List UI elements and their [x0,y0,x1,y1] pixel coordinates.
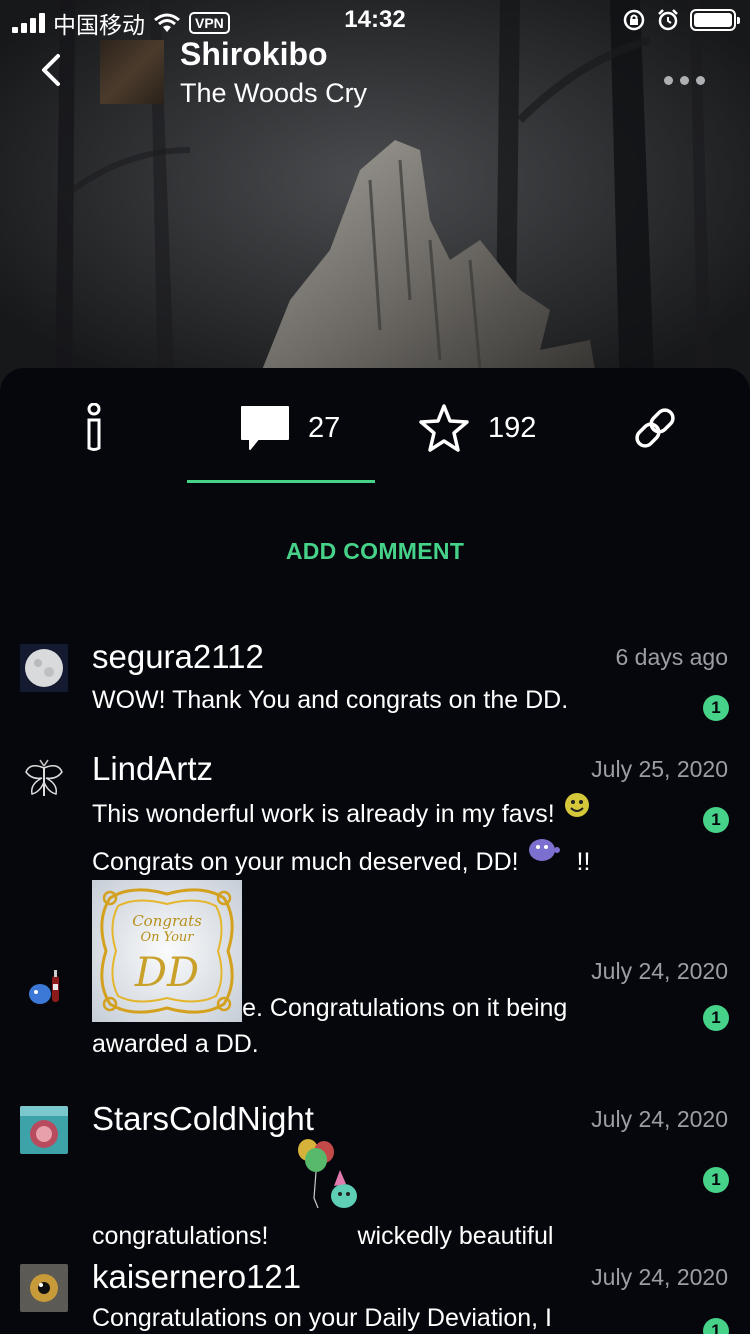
back-chevron-icon[interactable] [30,48,74,92]
sticker-text-2: On Your [140,930,194,945]
comment-body: Congratulations on your Daily Deviation,… [92,1304,552,1332]
comment-username[interactable]: StarsColdNight [92,1100,314,1138]
star-icon [419,404,469,452]
comments-count: 27 [308,411,341,444]
link-icon [635,408,675,448]
purple-blob-emoji-icon [528,839,560,862]
lock-rotation-icon [623,9,645,31]
comment-body: This wonderful work is already in my fav… [92,790,652,886]
comment-body-part: congratulations! [92,1222,269,1250]
comment-date: July 24, 2020 [591,1264,728,1290]
comment-body: congratulations! wickedly beautiful [92,1212,692,1260]
comment-username[interactable]: kaisernero121 [92,1258,301,1296]
tab-comments[interactable]: 27 [240,398,340,458]
comment-date: 6 days ago [615,644,728,670]
comment-body-line: Congrats on your much deserved, DD! [92,848,519,876]
add-comment-button[interactable]: ADD COMMENT [0,538,750,565]
reply-count-badge[interactable]: 1 [703,1318,729,1334]
reply-count-badge[interactable]: 1 [703,695,729,721]
comment-body-exclaim: !! [576,848,591,876]
smiley-emoji-icon [564,793,589,818]
active-tab-indicator [187,480,375,483]
comment-username[interactable]: LindArtz [92,750,213,788]
info-icon [87,403,101,451]
comment-bubble-icon [241,406,289,450]
comment-date: July 24, 2020 [591,1106,728,1132]
reply-count-badge[interactable]: 1 [703,807,729,833]
tab-share-link[interactable] [630,398,680,458]
comment-date: July 25, 2020 [591,756,728,782]
reply-count-badge[interactable]: 1 [703,1167,729,1193]
comment-body-line: awarded a DD. [92,1030,259,1058]
avatar[interactable] [20,1106,68,1154]
battery-icon [690,9,740,31]
deviation-thumbnail[interactable] [100,40,164,104]
artist-name[interactable]: Shirokibo [180,36,328,73]
favourites-count: 192 [488,411,537,444]
tab-favourites[interactable]: 192 [418,398,536,458]
deviation-title: The Woods Cry [180,78,368,108]
avatar[interactable] [20,964,68,1012]
comment-username[interactable]: segura2112 [92,638,264,676]
balloons-emoji-icon [298,1139,357,1209]
tab-info[interactable] [82,398,106,458]
status-bar: 中国移动 VPN 14:32 [0,0,750,40]
comment-body-line: This wonderful work is already in my fav… [92,800,555,828]
reply-count-badge[interactable]: 1 [703,1005,729,1031]
sticker-text-1: Congrats [132,912,202,930]
comment-date: July 24, 2020 [591,958,728,984]
avatar[interactable] [20,756,68,804]
sticker-text-3: DD [134,950,200,996]
alarm-icon [658,9,678,31]
congrats-dd-sticker: Congrats On Your DD [92,880,242,1022]
comment-body-part: wickedly beautiful [357,1222,554,1250]
avatar[interactable] [20,644,68,692]
more-dots-icon[interactable] [664,68,708,92]
comment-body: WOW! Thank You and congrats on the DD. [92,686,569,714]
avatar[interactable] [20,1264,68,1312]
comments-sheet: 27 192 ADD COMMENT segura2112 6 days ago… [0,368,750,1334]
tab-bar: 27 192 [0,368,750,484]
